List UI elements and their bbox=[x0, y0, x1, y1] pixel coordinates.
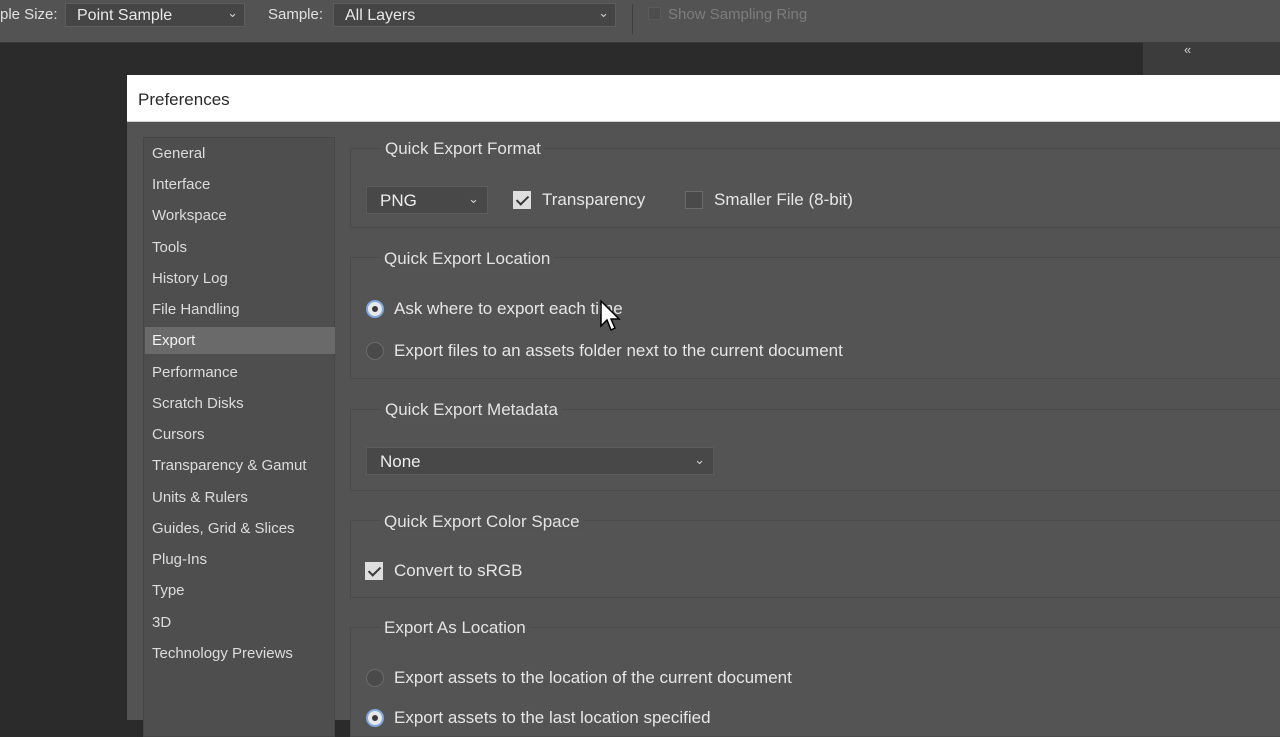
sidebar-item-cursors[interactable]: Cursors bbox=[145, 421, 335, 448]
sidebar-item-guides-grid-slices[interactable]: Guides, Grid & Slices bbox=[145, 515, 335, 542]
sidebar-item-label: Scratch Disks bbox=[152, 395, 244, 412]
sample-size-value: Point Sample bbox=[77, 7, 173, 24]
export-metadata-value: None bbox=[380, 452, 421, 471]
quick-export-metadata-title: Quick Export Metadata bbox=[381, 400, 562, 420]
ask-where-radio[interactable] bbox=[366, 300, 384, 318]
show-sampling-ring-label: Show Sampling Ring bbox=[668, 6, 808, 23]
sidebar-item-export[interactable]: Export bbox=[145, 327, 335, 354]
sidebar-item-label: Tools bbox=[152, 239, 188, 256]
sidebar-item-label: Units & Rulers bbox=[152, 489, 248, 506]
sidebar-item-label: History Log bbox=[152, 270, 228, 287]
sidebar-item-label: 3D bbox=[152, 614, 172, 631]
quick-export-location-title: Quick Export Location bbox=[380, 249, 555, 269]
sidebar-item-label: Workspace bbox=[152, 207, 227, 224]
current-document-location-radio[interactable] bbox=[366, 669, 384, 687]
toolbar-divider bbox=[632, 4, 633, 34]
double-chevron-left-icon[interactable]: « bbox=[1184, 42, 1191, 57]
sidebar-item-label: Transparency & Gamut bbox=[152, 457, 307, 474]
transparency-checkbox[interactable] bbox=[513, 191, 531, 209]
sidebar-item-label: General bbox=[152, 145, 206, 162]
current-document-location-label: Export assets to the location of the cur… bbox=[394, 668, 792, 687]
sample-size-select[interactable]: Point Sample ⌄ bbox=[65, 3, 245, 27]
last-location-label: Export assets to the last location speci… bbox=[394, 708, 711, 727]
sidebar-item-general[interactable]: General bbox=[145, 140, 335, 167]
sidebar-item-workspace[interactable]: Workspace bbox=[145, 202, 335, 229]
smaller-file-label: Smaller File (8-bit) bbox=[714, 190, 853, 209]
sample-label: Sample: bbox=[268, 6, 324, 23]
sidebar-item-label: Interface bbox=[152, 176, 211, 193]
preferences-dialog: Preferences General Interface Workspace … bbox=[127, 75, 1280, 737]
sidebar-item-technology-previews[interactable]: Technology Previews bbox=[145, 640, 335, 667]
sidebar-item-label: Technology Previews bbox=[152, 645, 293, 662]
sidebar-item-performance[interactable]: Performance bbox=[145, 359, 335, 386]
assets-folder-radio[interactable] bbox=[366, 342, 384, 360]
sidebar-item-file-handling[interactable]: File Handling bbox=[145, 296, 335, 323]
export-as-location-title: Export As Location bbox=[380, 618, 530, 638]
sample-select[interactable]: All Layers ⌄ bbox=[333, 3, 616, 27]
export-format-select[interactable]: PNG ⌄ bbox=[366, 186, 488, 214]
sidebar-item-label: Performance bbox=[152, 364, 238, 381]
sidebar-item-tools[interactable]: Tools bbox=[145, 234, 335, 261]
sidebar-item-label: Type bbox=[152, 582, 185, 599]
convert-srgb-checkbox[interactable] bbox=[365, 562, 383, 580]
last-location-radio[interactable] bbox=[366, 709, 384, 727]
assets-folder-label: Export files to an assets folder next to… bbox=[394, 341, 843, 360]
quick-export-format-title: Quick Export Format bbox=[381, 139, 545, 159]
chevron-down-icon: ⌄ bbox=[227, 5, 238, 20]
export-format-value: PNG bbox=[380, 191, 417, 210]
chevron-down-icon: ⌄ bbox=[694, 452, 705, 467]
smaller-file-checkbox[interactable] bbox=[685, 191, 703, 209]
sidebar-item-interface[interactable]: Interface bbox=[145, 171, 335, 198]
ask-where-label: Ask where to export each time bbox=[394, 299, 623, 318]
mouse-cursor-icon bbox=[600, 300, 621, 332]
sidebar-item-3d[interactable]: 3D bbox=[145, 609, 335, 636]
sidebar-item-label: File Handling bbox=[152, 301, 240, 318]
convert-srgb-label: Convert to sRGB bbox=[394, 561, 523, 580]
sidebar-item-history-log[interactable]: History Log bbox=[145, 265, 335, 292]
quick-export-color-space-title: Quick Export Color Space bbox=[380, 512, 584, 532]
sample-value: All Layers bbox=[345, 7, 416, 24]
sidebar-item-label: Plug-Ins bbox=[152, 551, 208, 568]
sidebar-item-units-rulers[interactable]: Units & Rulers bbox=[145, 484, 335, 511]
sidebar-item-type[interactable]: Type bbox=[145, 577, 335, 604]
sidebar-item-plug-ins[interactable]: Plug-Ins bbox=[145, 546, 335, 573]
sidebar-item-label: Cursors bbox=[152, 426, 205, 443]
sidebar-item-scratch-disks[interactable]: Scratch Disks bbox=[145, 390, 335, 417]
sidebar-item-transparency-gamut[interactable]: Transparency & Gamut bbox=[145, 452, 335, 479]
sidebar-item-label: Guides, Grid & Slices bbox=[152, 520, 295, 537]
chevron-down-icon: ⌄ bbox=[468, 191, 479, 206]
dialog-title: Preferences bbox=[138, 90, 230, 109]
transparency-label: Transparency bbox=[542, 190, 646, 209]
sample-size-label: ple Size: bbox=[0, 6, 58, 23]
export-metadata-select[interactable]: None ⌄ bbox=[366, 447, 714, 475]
show-sampling-ring-checkbox[interactable] bbox=[648, 7, 661, 20]
dialog-titlebar[interactable]: Preferences bbox=[127, 75, 1280, 122]
preferences-sidebar: General Interface Workspace Tools Histor… bbox=[143, 137, 335, 737]
options-bar: ple Size: Point Sample ⌄ Sample: All Lay… bbox=[0, 0, 1280, 43]
sidebar-item-label: Export bbox=[152, 332, 196, 349]
panel-header bbox=[1143, 42, 1280, 76]
quick-export-format-section bbox=[350, 148, 1280, 228]
chevron-down-icon: ⌄ bbox=[598, 5, 609, 20]
